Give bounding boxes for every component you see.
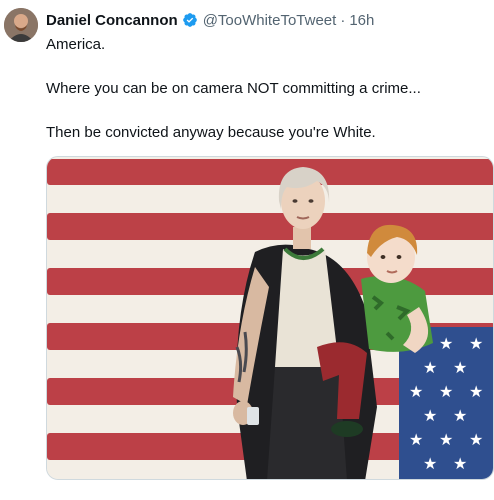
tweet-media-image[interactable]: ★ ★ ★ ★ ★ ★ ★ ★ ★ ★ ★ ★ ★ ★ ★ (46, 156, 494, 480)
svg-text:★: ★ (453, 454, 467, 473)
tweet-text-line: Then be convicted anyway because you're … (46, 124, 376, 141)
profile-avatar[interactable] (4, 8, 38, 42)
svg-text:★: ★ (439, 430, 453, 449)
tweet-text-line: America. (46, 36, 106, 53)
svg-text:★: ★ (409, 382, 423, 401)
avatar-image (4, 8, 38, 42)
svg-text:★: ★ (469, 430, 483, 449)
display-name[interactable]: Daniel Concannon (46, 12, 178, 29)
tweet-text-line: Where you can be on camera NOT committin… (46, 80, 421, 97)
svg-text:★: ★ (409, 430, 423, 449)
svg-text:★: ★ (469, 382, 483, 401)
tweet-header: Daniel Concannon @TooWhiteToTweet · 16h (46, 10, 374, 30)
user-handle[interactable]: @TooWhiteToTweet (203, 12, 337, 29)
svg-text:★: ★ (453, 406, 467, 425)
svg-text:★: ★ (423, 454, 437, 473)
tweet-card[interactable]: Daniel Concannon @TooWhiteToTweet · 16h … (0, 0, 494, 500)
tweet-timestamp[interactable]: 16h (349, 12, 374, 29)
svg-text:★: ★ (439, 382, 453, 401)
verified-badge-icon (182, 12, 198, 28)
svg-text:★: ★ (439, 334, 453, 353)
separator-dot: · (340, 11, 346, 29)
svg-text:★: ★ (423, 358, 437, 377)
svg-text:★: ★ (423, 406, 437, 425)
svg-text:★: ★ (469, 334, 483, 353)
svg-text:★: ★ (453, 358, 467, 377)
flag-illustration: ★ ★ ★ ★ ★ ★ ★ ★ ★ ★ ★ ★ ★ ★ ★ (47, 157, 493, 479)
